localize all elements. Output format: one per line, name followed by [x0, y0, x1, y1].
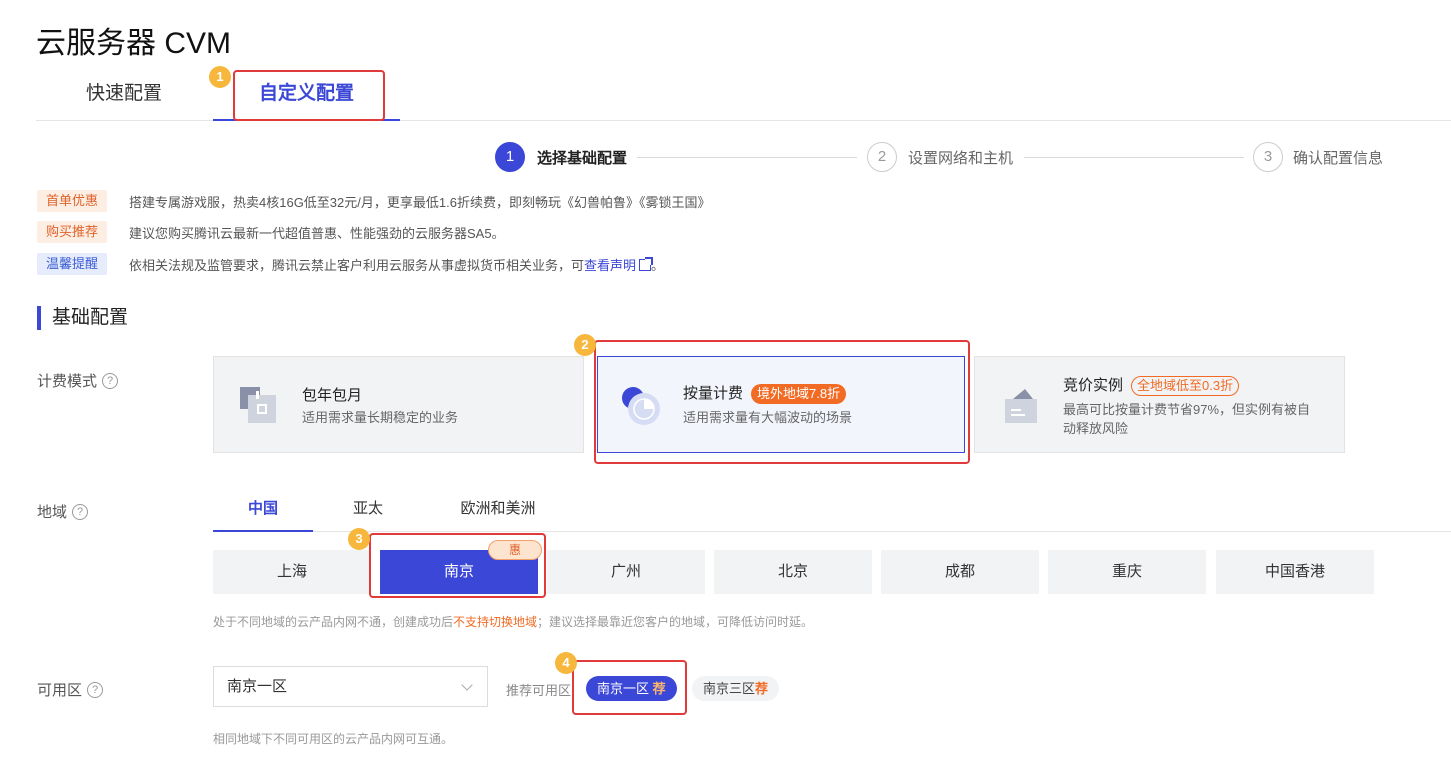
billing-option-name: 竞价实例 — [1063, 377, 1124, 394]
chevron-down-icon — [461, 679, 473, 691]
zone-select-value: 南京一区 — [227, 678, 288, 695]
billing-option-name-row: 竞价实例 全地域低至0.3折 — [1063, 374, 1240, 396]
calendar-icon — [240, 387, 276, 423]
step-marker-4: 4 — [555, 652, 577, 674]
zone-option-label: 南京一区 — [597, 681, 650, 696]
billing-mode-text: 计费模式 — [37, 373, 98, 390]
section-accent-bar — [37, 306, 41, 330]
billing-option-pay-as-you-go[interactable]: 按量计费 境外地域7.8折 适用需求量有大幅波动的场景 — [597, 356, 965, 453]
zone-label: 可用区? — [37, 679, 104, 700]
tab-region-europe-america[interactable]: 欧洲和美洲 — [443, 490, 553, 532]
view-statement-link[interactable]: 查看声明 — [584, 258, 636, 273]
config-tab-bar: 快速配置 自定义配置 — [36, 64, 1451, 121]
step-3-label: 确认配置信息 — [1293, 150, 1384, 167]
region-hint-before: 处于不同地域的云产品内网不通，创建成功后 — [213, 615, 454, 629]
billing-option-desc: 最高可比按量计费节省97%，但实例有被自动释放风险 — [1063, 402, 1311, 436]
step-connector — [637, 157, 857, 158]
step-connector — [1024, 157, 1244, 158]
discount-badge: 惠 — [488, 540, 542, 560]
notice-text: 建议您购买腾讯云最新一代超值普惠、性能强劲的云服务器SA5。 — [129, 225, 505, 241]
page-title: 云服务器 CVM — [36, 27, 231, 60]
step-marker-1: 1 — [209, 66, 231, 88]
notice-tag: 首单优惠 — [37, 190, 107, 212]
city-chengdu[interactable]: 成都 — [881, 550, 1039, 594]
step-2-label: 设置网络和主机 — [908, 150, 1014, 167]
notice-reminder: 温馨提醒 依相关法规及监管要求，腾讯云禁止客户利用云服务从事虚拟货币相关业务，可… — [37, 253, 664, 275]
billing-option-name: 按量计费 — [683, 385, 744, 402]
recommend-tag: 荐 — [652, 681, 666, 696]
region-text: 地域 — [37, 504, 68, 521]
discount-badge: 全地域低至0.3折 — [1131, 376, 1240, 396]
notice-text-body: 依相关法规及监管要求，腾讯云禁止客户利用云服务从事虚拟货币相关业务，可 — [129, 257, 585, 273]
tab-region-asia-pacific[interactable]: 亚太 — [333, 490, 403, 532]
region-label: 地域? — [37, 501, 89, 522]
step-3-circle: 3 — [1253, 142, 1283, 172]
step-1-label: 选择基础配置 — [537, 150, 628, 167]
help-icon[interactable]: ? — [102, 372, 119, 389]
zone-option-nanjing-1[interactable]: 南京一区 荐 — [586, 676, 677, 701]
recommended-zone-label: 推荐可用区 — [506, 683, 572, 698]
billing-option-desc: 适用需求量长期稳定的业务 — [302, 410, 459, 425]
notice-text: 依相关法规及监管要求，腾讯云禁止客户利用云服务从事虚拟货币相关业务，可查看声明。 — [129, 255, 664, 274]
notice-text: 搭建专属游戏服，热卖4核16G低至32元/月，更享最低1.6折续费，即刻畅玩《幻… — [129, 194, 711, 210]
zone-hint: 相同地域下不同可用区的云产品内网可互通。 — [213, 732, 454, 746]
city-guangzhou[interactable]: 广州 — [547, 550, 705, 594]
city-shanghai[interactable]: 上海 — [213, 550, 371, 594]
region-hint-after: ；建议选择最靠近您客户的地域，可降低访问时延。 — [537, 615, 814, 629]
step-marker-3: 3 — [348, 528, 370, 550]
step-marker-2: 2 — [574, 334, 596, 356]
notice-tag: 温馨提醒 — [37, 253, 107, 275]
tab-custom-config[interactable]: 自定义配置 — [213, 64, 400, 121]
zone-text: 可用区 — [37, 682, 83, 699]
notice-first-order: 首单优惠 搭建专属游戏服，热卖4核16G低至32元/月，更享最低1.6折续费，即… — [37, 190, 710, 212]
notice-recommend: 购买推荐 建议您购买腾讯云最新一代超值普惠、性能强劲的云服务器SA5。 — [37, 221, 505, 243]
help-icon[interactable]: ? — [87, 681, 104, 698]
zone-select[interactable]: 南京一区 — [213, 666, 488, 707]
billing-option-spot[interactable]: 竞价实例 全地域低至0.3折 最高可比按量计费节省97%，但实例有被自动释放风险 — [974, 356, 1345, 453]
step-progress: 1 选择基础配置 2 设置网络和主机 3 确认配置信息 — [495, 142, 1395, 172]
section-title: 基础配置 — [52, 307, 129, 328]
step-2-circle: 2 — [867, 142, 897, 172]
zone-option-label: 南京三区 — [703, 681, 756, 696]
tab-region-china[interactable]: 中国 — [213, 490, 313, 532]
billing-option-name-row: 按量计费 境外地域7.8折 — [683, 382, 847, 404]
zone-option-nanjing-3[interactable]: 南京三区荐 — [692, 676, 780, 701]
notice-tag: 购买推荐 — [37, 221, 107, 243]
city-chongqing[interactable]: 重庆 — [1048, 550, 1206, 594]
discount-badge: 境外地域7.8折 — [751, 384, 847, 404]
help-icon[interactable]: ? — [72, 503, 89, 520]
billing-option-monthly[interactable]: 包年包月 适用需求量长期稳定的业务 — [213, 356, 584, 453]
city-beijing[interactable]: 北京 — [714, 550, 872, 594]
billing-option-name: 包年包月 — [302, 387, 363, 404]
tab-quick-config[interactable]: 快速配置 — [36, 64, 212, 121]
external-link-icon[interactable] — [639, 256, 654, 271]
recommend-tag: 荐 — [755, 681, 769, 696]
region-tab-bar: 中国 亚太 欧洲和美洲 — [213, 490, 1451, 532]
region-hint: 处于不同地域的云产品内网不通，创建成功后不支持切换地域；建议选择最靠近您客户的地… — [213, 613, 813, 630]
billing-mode-label: 计费模式? — [37, 370, 119, 391]
pie-clock-icon — [622, 387, 660, 425]
bid-tag-icon — [1005, 389, 1037, 423]
billing-option-desc: 适用需求量有大幅波动的场景 — [683, 410, 853, 425]
region-hint-warning: 不支持切换地域 — [453, 615, 538, 629]
step-1-circle: 1 — [495, 142, 525, 172]
city-hongkong[interactable]: 中国香港 — [1216, 550, 1374, 594]
